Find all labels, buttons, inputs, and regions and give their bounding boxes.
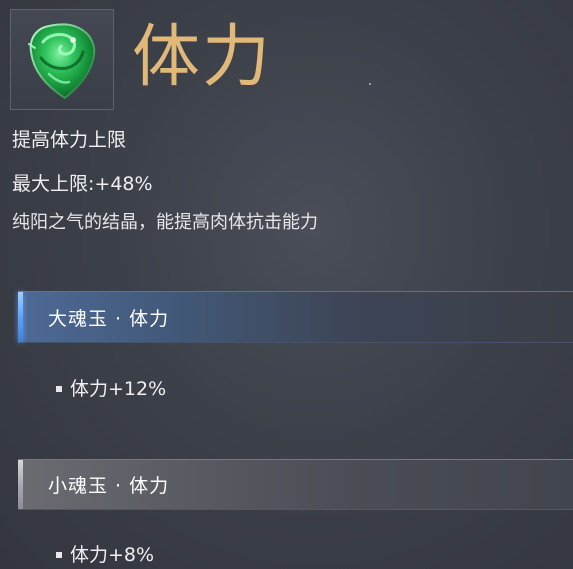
tier-accent-gray (18, 460, 23, 509)
tier-header-small[interactable]: 小魂玉 · 体力 (18, 459, 573, 510)
green-jade-icon (28, 23, 96, 100)
tier-accent-blue (18, 292, 23, 342)
sparkle (369, 83, 371, 85)
tier-name: 大魂玉 · 体力 (48, 307, 170, 330)
tier-bonus-large: 体力+12% (56, 375, 166, 403)
max-limit-text: 最大上限:+48% (12, 173, 153, 195)
bullet-icon (56, 552, 62, 558)
tier-bonus-text: 体力+8% (70, 544, 155, 566)
item-subtitle: 提高体力上限 (12, 129, 127, 151)
bullet-icon (56, 386, 62, 392)
item-description: 纯阳之气的结晶，能提高肉体抗击能力 (12, 212, 318, 233)
tier-bonus-text: 体力+12% (70, 378, 167, 400)
item-title: 体力 (132, 18, 273, 97)
tier-header-large[interactable]: 大魂玉 · 体力 (18, 291, 573, 343)
tier-bonus-small: 体力+8% (56, 541, 154, 569)
tier-name: 小魂玉 · 体力 (48, 475, 170, 497)
item-icon-frame[interactable] (10, 9, 114, 110)
